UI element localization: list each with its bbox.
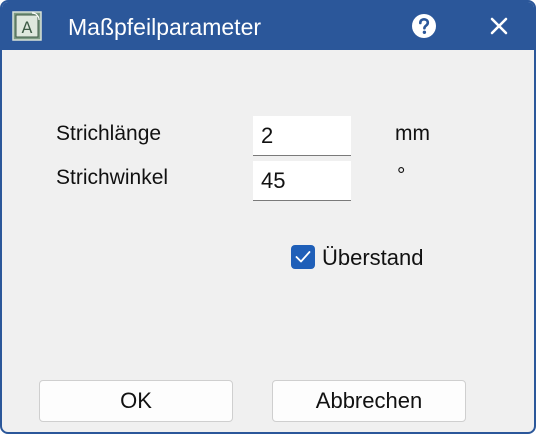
overhang-checkbox-box[interactable] <box>291 245 315 269</box>
overhang-label: Überstand <box>322 245 424 270</box>
close-button[interactable] <box>474 8 524 44</box>
question-circle-icon <box>412 14 436 38</box>
app-icon: A <box>12 11 42 41</box>
cancel-button[interactable]: Abbrechen <box>272 380 466 422</box>
stroke-length-unit: mm <box>395 122 430 145</box>
ok-button[interactable]: OK <box>39 380 233 422</box>
stroke-angle-input[interactable] <box>253 161 351 201</box>
app-icon-letter: A <box>22 18 33 37</box>
stroke-angle-unit: ° <box>397 164 406 187</box>
checkmark-icon <box>295 251 311 263</box>
overhang-checkbox[interactable]: Überstand <box>289 243 449 273</box>
close-icon <box>490 17 508 35</box>
title-bar[interactable]: A Maßpfeilparameter <box>2 2 534 50</box>
help-button[interactable] <box>398 8 450 44</box>
stroke-length-label: Strichlänge <box>56 122 162 145</box>
stroke-length-input[interactable] <box>253 116 351 156</box>
stroke-angle-label: Strichwinkel <box>56 166 169 189</box>
dialog-window: A Maßpfeilparameter Strichlänge mm Stric… <box>0 0 536 434</box>
window-title: Maßpfeilparameter <box>68 14 262 40</box>
